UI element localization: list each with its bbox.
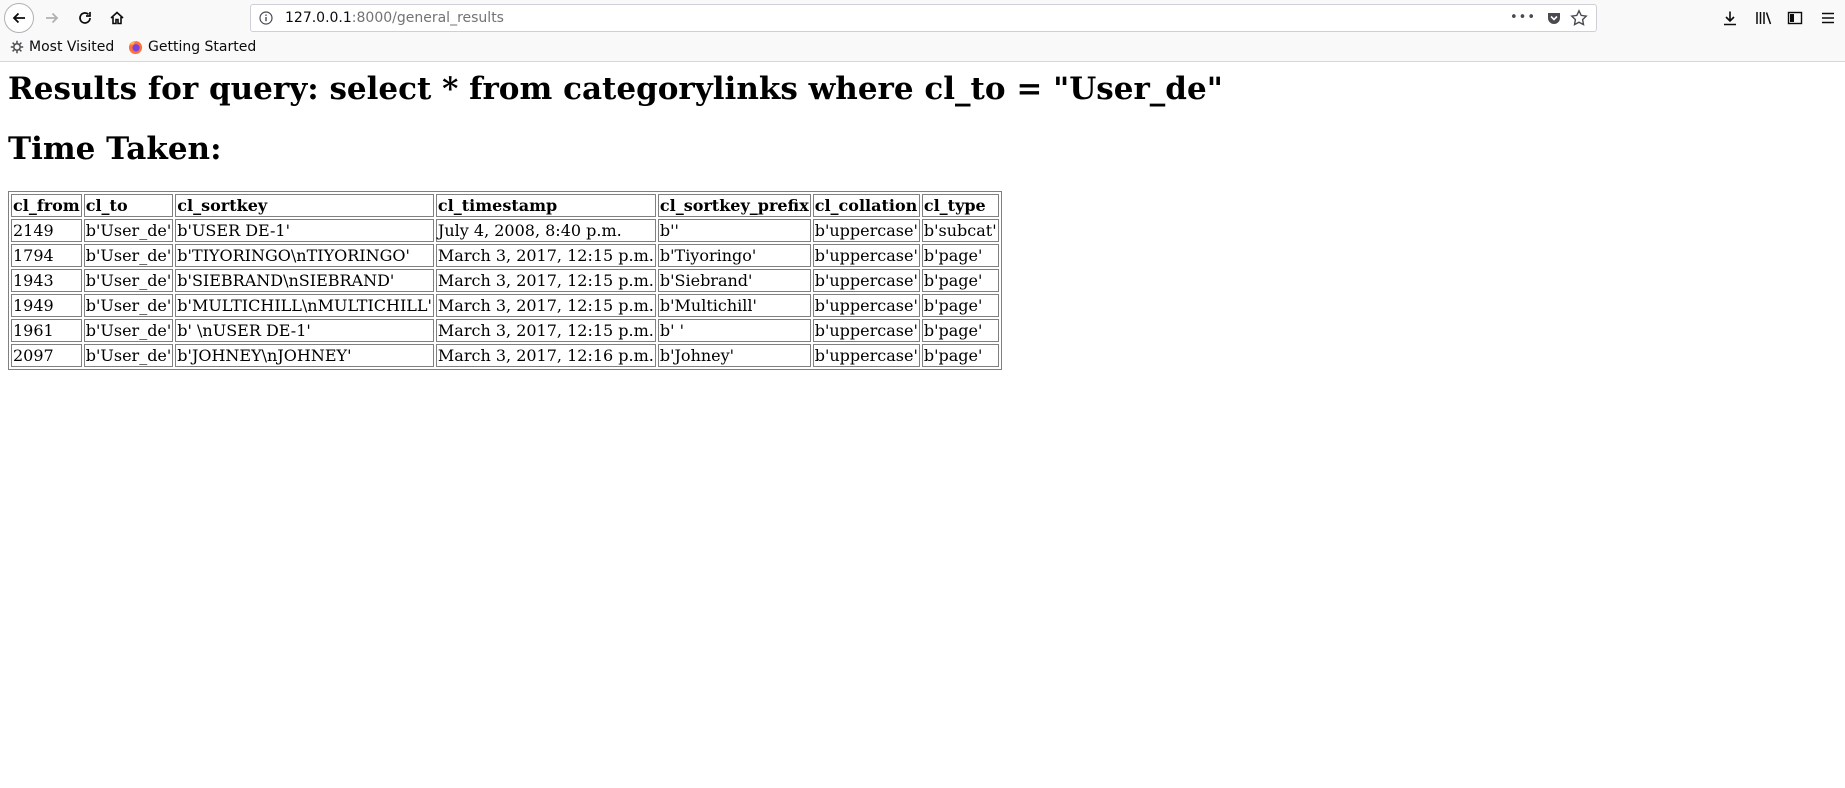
library-button[interactable]	[1752, 6, 1776, 30]
sidebar-button[interactable]	[1783, 6, 1807, 30]
table-cell: b' '	[657, 319, 811, 342]
arrow-left-icon	[12, 12, 25, 24]
table-cell: b'MULTICHILL\nMULTICHILL'	[175, 294, 434, 317]
table-cell: March 3, 2017, 12:16 p.m.	[435, 344, 656, 367]
table-header-row: cl_from cl_to cl_sortkey cl_timestamp cl…	[11, 194, 999, 217]
time-taken-heading: Time Taken:	[8, 131, 222, 167]
table-cell: b'Siebrand'	[657, 269, 811, 292]
table-cell: b'page'	[921, 244, 999, 267]
column-header: cl_to	[83, 194, 174, 217]
table-row: 1961 b'User_de' b' \nUSER DE-1' March 3,…	[11, 319, 999, 342]
reload-button[interactable]	[70, 3, 100, 33]
forward-button[interactable]	[37, 3, 67, 33]
table-row: 2097 b'User_de' b'JOHNEY\nJOHNEY' March …	[11, 344, 999, 367]
download-icon	[1724, 11, 1736, 26]
column-header: cl_collation	[812, 194, 920, 217]
table-cell: b'User_de'	[83, 319, 174, 342]
url-host: 127.0.0.1	[285, 10, 352, 26]
bookmark-getting-started[interactable]: Getting Started	[128, 39, 256, 55]
table-cell: b' \nUSER DE-1'	[175, 319, 434, 342]
table-cell: 1961	[11, 319, 82, 342]
column-header: cl_sortkey	[175, 194, 434, 217]
back-button[interactable]	[4, 3, 34, 33]
arrow-right-icon	[46, 12, 59, 24]
table-cell: b'Johney'	[657, 344, 811, 367]
info-icon[interactable]	[259, 11, 273, 29]
reload-icon	[79, 12, 91, 24]
home-icon	[110, 11, 124, 25]
table-cell: 1949	[11, 294, 82, 317]
firefox-logo-icon	[128, 40, 143, 54]
table-cell: b''	[657, 219, 811, 242]
bookmark-most-visited[interactable]: Most Visited	[10, 39, 114, 55]
table-cell: March 3, 2017, 12:15 p.m.	[435, 319, 656, 342]
column-header: cl_timestamp	[435, 194, 656, 217]
table-cell: March 3, 2017, 12:15 p.m.	[435, 269, 656, 292]
bookmarks-toolbar: Most Visited Getting Started	[0, 36, 1845, 62]
table-row: 2149 b'User_de' b'USER DE-1' July 4, 200…	[11, 219, 999, 242]
table-cell: b'User_de'	[83, 269, 174, 292]
url-text[interactable]: 127.0.0.1:8000/general_results	[285, 10, 504, 26]
table-row: 1949 b'User_de' b'MULTICHILL\nMULTICHILL…	[11, 294, 999, 317]
table-cell: b'uppercase'	[812, 219, 920, 242]
table-cell: July 4, 2008, 8:40 p.m.	[435, 219, 656, 242]
table-cell: b'User_de'	[83, 294, 174, 317]
downloads-button[interactable]	[1718, 6, 1742, 30]
table-cell: b'page'	[921, 269, 999, 292]
table-cell: b'Tiyoringo'	[657, 244, 811, 267]
column-header: cl_sortkey_prefix	[657, 194, 811, 217]
table-cell: b'SIEBRAND\nSIEBRAND'	[175, 269, 434, 292]
column-header: cl_from	[11, 194, 82, 217]
table-cell: b'User_de'	[83, 244, 174, 267]
library-icon	[1756, 12, 1772, 25]
home-button[interactable]	[102, 3, 132, 33]
table-cell: 1794	[11, 244, 82, 267]
table-cell: March 3, 2017, 12:15 p.m.	[435, 294, 656, 317]
pocket-icon[interactable]	[1546, 10, 1562, 30]
table-cell: b'page'	[921, 344, 999, 367]
table-cell: b'Multichill'	[657, 294, 811, 317]
table-cell: 2149	[11, 219, 82, 242]
table-cell: b'uppercase'	[812, 269, 920, 292]
bookmark-star-icon[interactable]	[1570, 9, 1588, 31]
table-row: 1943 b'User_de' b'SIEBRAND\nSIEBRAND' Ma…	[11, 269, 999, 292]
table-cell: b'JOHNEY\nJOHNEY'	[175, 344, 434, 367]
table-cell: b'uppercase'	[812, 294, 920, 317]
table-cell: 2097	[11, 344, 82, 367]
bookmark-label: Getting Started	[148, 39, 257, 55]
page-actions-menu-icon[interactable]: •••	[1510, 10, 1536, 25]
table-cell: b'page'	[921, 294, 999, 317]
bookmark-label: Most Visited	[29, 39, 115, 55]
url-path: :8000/general_results	[351, 10, 504, 26]
gear-icon	[10, 40, 24, 54]
table-cell: March 3, 2017, 12:15 p.m.	[435, 244, 656, 267]
table-cell: b'uppercase'	[812, 244, 920, 267]
column-header: cl_type	[921, 194, 999, 217]
table-cell: b'USER DE-1'	[175, 219, 434, 242]
browser-toolbar: 127.0.0.1:8000/general_results •••	[0, 0, 1845, 36]
table-cell: b'page'	[921, 319, 999, 342]
query-heading: Results for query: select * from categor…	[8, 71, 1223, 107]
table-cell: b'subcat'	[921, 219, 999, 242]
table-cell: 1943	[11, 269, 82, 292]
url-bar[interactable]: 127.0.0.1:8000/general_results •••	[250, 4, 1597, 32]
hamburger-menu-icon	[1822, 12, 1834, 24]
table-cell: b'uppercase'	[812, 344, 920, 367]
menu-button[interactable]	[1816, 6, 1840, 30]
sidebar-icon	[1787, 11, 1803, 25]
table-cell: b'User_de'	[83, 219, 174, 242]
results-table: cl_from cl_to cl_sortkey cl_timestamp cl…	[8, 191, 1002, 370]
table-cell: b'uppercase'	[812, 319, 920, 342]
table-cell: b'TIYORINGO\nTIYORINGO'	[175, 244, 434, 267]
table-row: 1794 b'User_de' b'TIYORINGO\nTIYORINGO' …	[11, 244, 999, 267]
table-cell: b'User_de'	[83, 344, 174, 367]
